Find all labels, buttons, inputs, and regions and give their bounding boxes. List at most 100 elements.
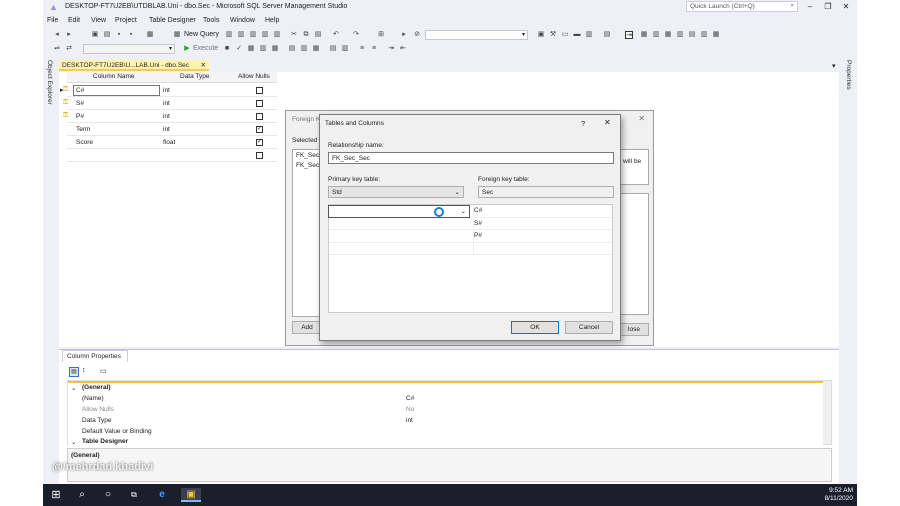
- table-row[interactable]: ⚿ P# int: [63, 110, 277, 123]
- table-row[interactable]: [329, 243, 612, 255]
- fk-close-button[interactable]: lose: [619, 323, 649, 336]
- dialog-close-icon[interactable]: ✕: [604, 118, 611, 127]
- edge-icon[interactable]: e: [155, 488, 169, 502]
- query-icon[interactable]: ▥: [225, 31, 233, 39]
- debug-icon[interactable]: ▸: [400, 31, 408, 39]
- allow-nulls-checkbox[interactable]: ✓: [256, 139, 263, 146]
- tool-icon-8[interactable]: ▦: [640, 31, 648, 39]
- relationship-name-input[interactable]: FK_Sec_Sec: [328, 152, 614, 164]
- minimize-icon[interactable]: –: [803, 1, 817, 13]
- wrench-icon[interactable]: ⚒: [549, 31, 557, 39]
- tb2-icon-3[interactable]: ▤: [288, 45, 296, 53]
- data-type-cell[interactable]: int: [163, 100, 170, 107]
- tool-icon-1[interactable]: ▣: [537, 31, 545, 39]
- forward-icon[interactable]: ▸: [65, 31, 73, 39]
- fk-close-icon[interactable]: ✕: [638, 114, 645, 123]
- allow-nulls-checkbox[interactable]: [256, 152, 263, 159]
- collapse-icon[interactable]: ⌄: [71, 438, 76, 446]
- object-explorer-tab[interactable]: Object Explorer: [46, 60, 53, 105]
- windows-start-icon[interactable]: ⊞: [49, 488, 63, 502]
- property-row[interactable]: Default Value or Binding: [68, 427, 823, 438]
- column-name-header[interactable]: Column Name: [93, 73, 135, 80]
- table-row[interactable]: Score float ✓: [67, 136, 277, 149]
- fk-column-cell[interactable]: S#: [474, 220, 482, 227]
- menu-table-designer[interactable]: Table Designer: [149, 17, 196, 24]
- tb2-icon-2[interactable]: ▦: [271, 45, 279, 53]
- clock[interactable]: 9:52 AM 8/11/2020: [825, 487, 853, 503]
- data-type-cell[interactable]: int: [163, 87, 170, 94]
- tool-icon-5[interactable]: ▥: [585, 31, 593, 39]
- indent-icon[interactable]: ⇥: [387, 45, 395, 53]
- menu-view[interactable]: View: [91, 17, 106, 24]
- new-query-icon[interactable]: ▦: [173, 31, 181, 39]
- database-combo[interactable]: ▾: [83, 44, 175, 54]
- allow-nulls-checkbox[interactable]: [256, 87, 263, 94]
- fk-column-cell[interactable]: P#: [474, 232, 482, 239]
- properties-tab[interactable]: Properties: [845, 60, 852, 90]
- document-tab[interactable]: DESKTOP-FT7U2EB\U...LAB.Uni - dbo.Sec ✕: [59, 60, 209, 71]
- restore-icon[interactable]: ❐: [821, 1, 835, 13]
- table-row[interactable]: P#: [329, 230, 612, 243]
- parse-icon[interactable]: ✓: [235, 45, 243, 53]
- column-name-cell[interactable]: S#: [76, 100, 84, 107]
- uncomment-icon[interactable]: ≡: [370, 45, 378, 53]
- execute-icon[interactable]: ▶: [183, 45, 191, 53]
- new-project-icon[interactable]: ▣: [91, 31, 99, 39]
- search-icon[interactable]: ⌕: [75, 488, 89, 502]
- menu-window[interactable]: Window: [230, 17, 255, 24]
- comment-icon[interactable]: ≡: [358, 45, 366, 53]
- tool-icon-3[interactable]: ▭: [561, 31, 569, 39]
- add-button[interactable]: Add: [292, 321, 322, 334]
- tool-icon-13[interactable]: ▥: [700, 31, 708, 39]
- data-type-cell[interactable]: int: [163, 113, 170, 120]
- cancel-button[interactable]: Cancel: [565, 321, 613, 334]
- column-name-cell[interactable]: P#: [76, 113, 84, 120]
- menu-edit[interactable]: Edit: [68, 17, 80, 24]
- menu-tools[interactable]: Tools: [203, 17, 219, 24]
- data-type-header[interactable]: Data Type: [180, 73, 210, 80]
- tool-icon-10[interactable]: ▦: [664, 31, 672, 39]
- table-row[interactable]: Term int ✓: [67, 123, 277, 136]
- property-row[interactable]: (Name) C#: [68, 394, 823, 405]
- property-row[interactable]: Allow Nulls No: [68, 405, 823, 416]
- tb2-icon-1[interactable]: ▥: [259, 45, 267, 53]
- data-type-cell[interactable]: int: [163, 126, 170, 133]
- tb2-icon-4[interactable]: ▥: [300, 45, 308, 53]
- connect-icon[interactable]: ⇌: [53, 45, 61, 53]
- cut-icon[interactable]: ✂: [290, 31, 298, 39]
- column-name-cell[interactable]: Term: [76, 126, 90, 133]
- column-properties-tab[interactable]: Column Properties: [62, 350, 128, 362]
- stop-icon[interactable]: ■: [223, 45, 231, 53]
- allow-nulls-header[interactable]: Allow Nulls: [238, 73, 270, 80]
- property-pages-icon[interactable]: ▭: [100, 367, 107, 375]
- back-icon[interactable]: ◂: [53, 31, 61, 39]
- tb2-icon-5[interactable]: ▦: [312, 45, 320, 53]
- tool-icon-12[interactable]: ▤: [688, 31, 696, 39]
- close-icon[interactable]: ✕: [839, 1, 853, 13]
- collapse-icon[interactable]: ⌄: [71, 384, 76, 392]
- cortana-icon[interactable]: ○: [101, 488, 115, 502]
- plan-icon[interactable]: ▦: [247, 45, 255, 53]
- paste-icon[interactable]: ▤: [314, 31, 322, 39]
- change-connection-icon[interactable]: ⇄: [65, 45, 73, 53]
- find-combo[interactable]: ▾: [425, 30, 528, 40]
- save-icon[interactable]: ▪: [115, 31, 123, 39]
- table-row[interactable]: [67, 149, 277, 162]
- scrollbar[interactable]: [823, 381, 831, 444]
- ssms-taskbar-icon[interactable]: ▣: [181, 488, 201, 502]
- task-view-icon[interactable]: ⧉: [127, 488, 141, 502]
- alphabetical-icon[interactable]: ↕: [82, 367, 86, 374]
- column-name-cell[interactable]: C#: [73, 85, 160, 96]
- tool-icon-4[interactable]: ▬: [573, 31, 581, 39]
- property-category[interactable]: ⌄ Table Designer: [68, 437, 823, 448]
- redo-icon[interactable]: ↷: [352, 31, 360, 39]
- navigate-icon[interactable]: ⊞: [377, 31, 385, 39]
- fk-column-cell[interactable]: C#: [474, 207, 482, 214]
- allow-nulls-checkbox[interactable]: [256, 100, 263, 107]
- property-row[interactable]: Data Type int: [68, 416, 823, 427]
- tab-close-icon[interactable]: ✕: [201, 61, 206, 69]
- query-icon-4[interactable]: ▥: [261, 31, 269, 39]
- data-type-cell[interactable]: float: [163, 139, 175, 146]
- help-icon[interactable]: ?: [581, 119, 585, 128]
- query-icon-2[interactable]: ▥: [237, 31, 245, 39]
